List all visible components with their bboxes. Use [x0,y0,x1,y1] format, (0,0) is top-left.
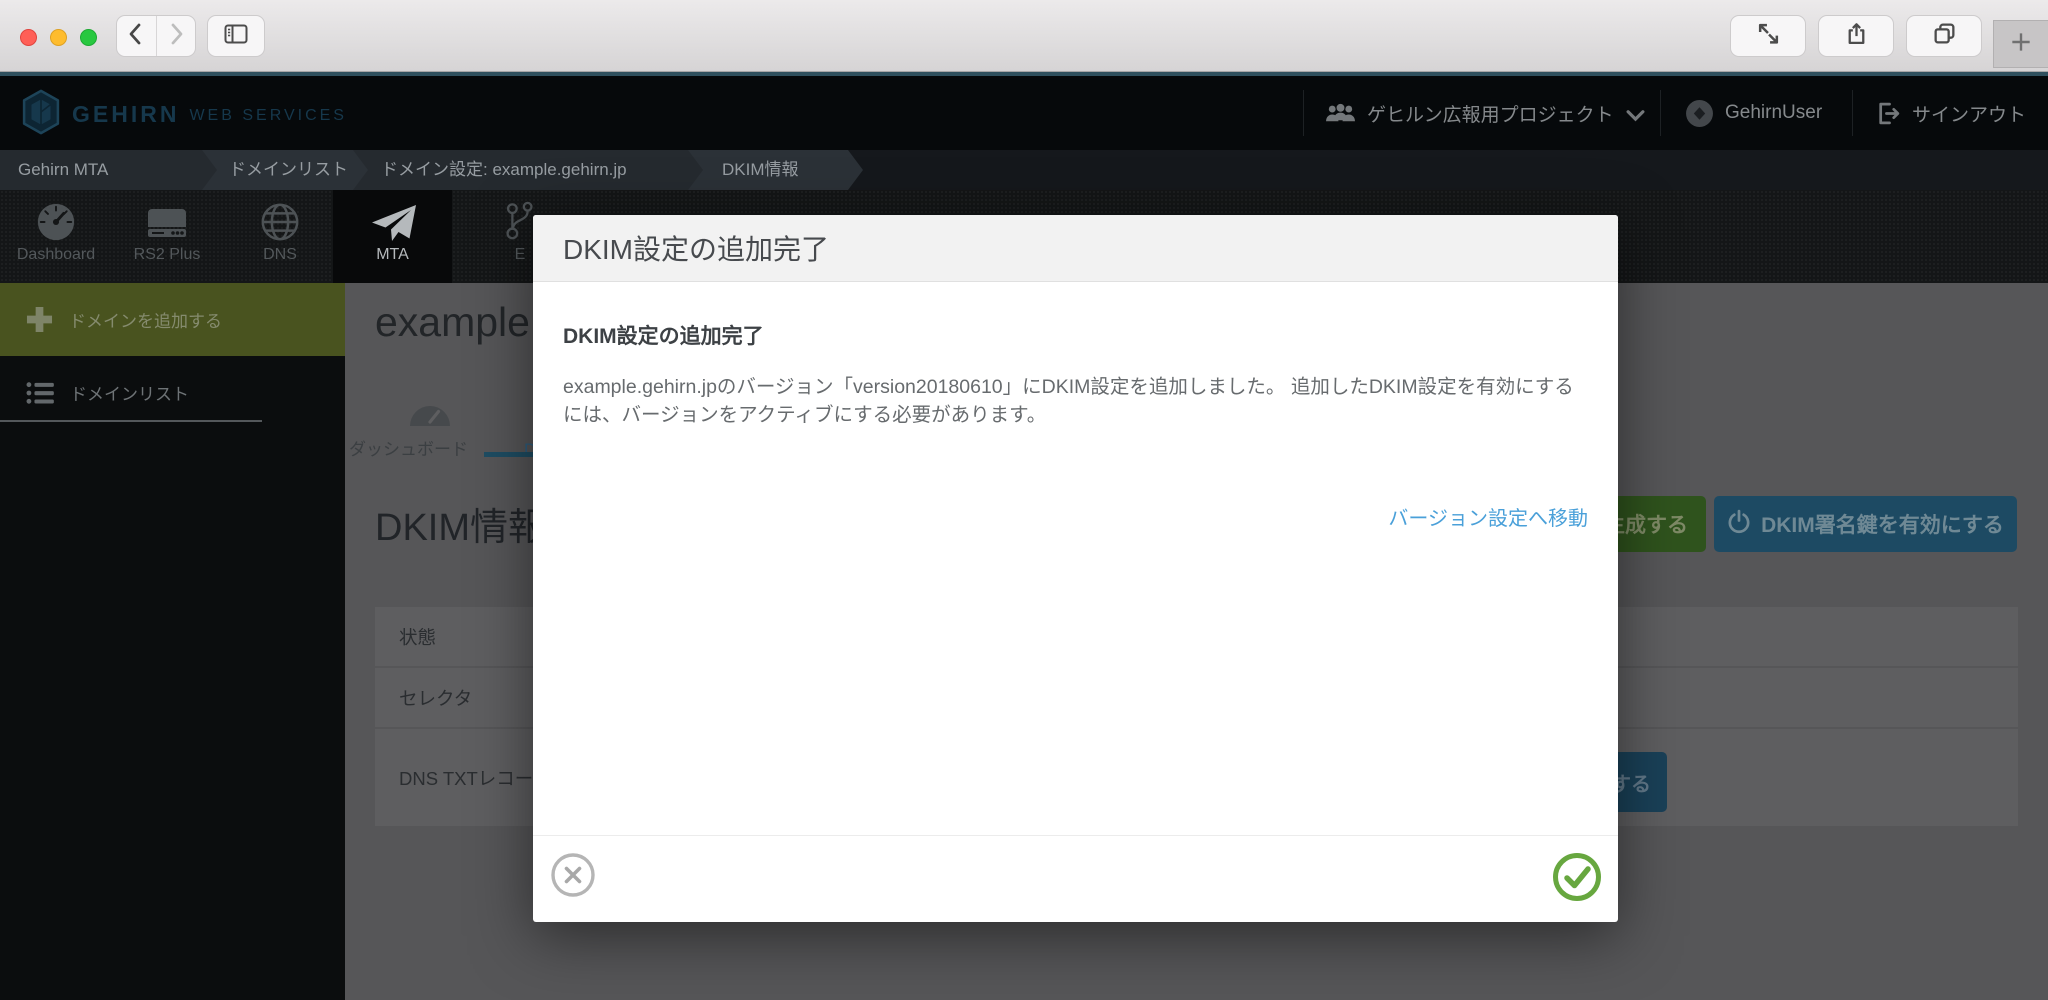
server-icon [144,201,190,243]
nav-item-mta[interactable]: MTA [333,190,452,283]
nav-item-rs2-plus[interactable]: RS2 Plus [117,190,217,283]
app-window: GEHIRN WEB SERVICES ゲヒルン広報用プロジェクト Gehirn… [0,0,2048,1000]
chevron-down-icon [1626,110,1645,122]
breadcrumb-label: Gehirn MTA [18,160,109,179]
breadcrumb-item-domain-settings[interactable]: ドメイン設定: example.gehirn.jp [353,150,703,190]
section-title: DKIM情報 [375,507,547,549]
go-to-version-settings-link[interactable]: バージョン設定へ移動 [1388,502,1588,531]
sidebar-item-label: ドメインリスト [70,385,189,404]
window-minimize-button[interactable] [50,29,67,46]
modal-footer [533,835,1618,922]
fullscreen-button[interactable] [1730,15,1806,57]
row-label: 状態 [399,626,437,648]
enable-dkim-button[interactable]: DKIM署名鍵を有効にする [1714,496,2017,552]
sidebar-item-domain-list[interactable]: ドメインリスト [0,356,345,429]
dkim-complete-modal: DKIM設定の追加完了 DKIM設定の追加完了 example.gehirn.j… [533,215,1618,922]
signout-icon [1876,101,1901,126]
header-separator [1852,90,1853,136]
avatar-icon [1685,99,1714,128]
sidebar-item-label: ドメインを追加する [69,312,222,331]
modal-body: DKIM設定の追加完了 example.gehirn.jpのバージョン「vers… [533,320,1618,429]
people-icon [1325,102,1356,124]
back-button[interactable] [117,16,156,56]
header-separator [1660,90,1661,136]
share-icon [1844,21,1869,51]
forward-chevron-icon [164,21,188,52]
sidebar-toggle-icon [223,22,249,51]
row-label: セレクタ [399,687,473,709]
window-close-button[interactable] [20,29,37,46]
breadcrumb: Gehirn MTA ドメインリスト ドメイン設定: example.gehir… [0,150,2048,190]
breadcrumb-label: ドメインリスト [229,160,348,179]
back-chevron-icon [124,21,148,52]
forward-button[interactable] [155,16,196,56]
project-name: ゲヒルン広報用プロジェクト [1367,104,1614,126]
nav-item-dns[interactable]: DNS [230,190,330,283]
sidebar-toggle-button[interactable] [207,15,265,57]
signout-button[interactable]: サインアウト [1876,76,2026,150]
history-nav-group [116,15,196,57]
plus-icon [26,306,53,333]
gehirn-logo[interactable]: GEHIRN WEB SERVICES [22,88,347,141]
breadcrumb-item-dkim-info[interactable]: DKIM情報 [688,150,863,190]
dismiss-button[interactable] [550,852,596,898]
speedometer-icon [35,201,77,243]
paper-plane-icon [369,201,417,243]
user-menu[interactable]: GehirnUser [1685,76,1822,150]
site-header: GEHIRN WEB SERVICES ゲヒルン広報用プロジェクト Gehirn… [0,76,2048,150]
power-icon [1727,509,1751,540]
gauge-icon [407,393,453,434]
check-circle-icon [1553,853,1601,901]
list-icon [26,381,54,405]
enable-dkim-label: DKIM署名鍵を有効にする [1761,514,2004,537]
nav-label: RS2 Plus [133,246,201,263]
breadcrumb-label: DKIM情報 [722,160,799,179]
nav-label: MTA [376,246,409,263]
project-selector[interactable]: ゲヒルン広報用プロジェクト [1325,76,1645,150]
tab-overview-button[interactable] [1906,15,1982,57]
globe-icon [259,201,301,243]
modal-header: DKIM設定の追加完了 [533,215,1618,282]
new-tab-button[interactable] [1993,20,2048,68]
nav-label: DNS [263,246,297,263]
sidebar-divider [0,420,262,422]
modal-message: example.gehirn.jpのバージョン「version20180610」… [563,376,1574,426]
nav-label: Dashboard [16,246,96,263]
user-name: GehirnUser [1725,102,1823,123]
tab-dashboard[interactable]: ダッシュボード [349,435,468,460]
logo-text: GEHIRN [72,101,180,127]
logo-tagline: WEB SERVICES [189,107,347,124]
modal-title: DKIM設定の追加完了 [563,234,830,265]
breadcrumb-label: ドメイン設定: example.gehirn.jp [381,160,627,179]
browser-toolbar [0,0,2048,72]
breadcrumb-item-domain-list[interactable]: ドメインリスト [202,150,368,190]
sidebar-item-add-domain[interactable]: ドメインを追加する [0,283,345,356]
header-separator [1303,90,1304,136]
share-button[interactable] [1818,15,1894,57]
new-tab-plus-icon [2008,29,2034,60]
signout-label: サインアウト [1912,104,2027,126]
modal-heading: DKIM設定の追加完了 [563,325,764,348]
x-circle-icon [551,853,595,897]
window-zoom-button[interactable] [80,29,97,46]
nav-label: E [514,246,526,263]
confirm-button[interactable] [1551,851,1603,903]
nav-item-dashboard[interactable]: Dashboard [4,190,108,283]
tab-overview-icon [1932,21,1957,51]
sidebar: ドメインを追加する ドメインリスト [0,283,345,1000]
fullscreen-icon [1756,21,1781,51]
row-label: DNS TXTレコード [399,767,552,789]
gehirn-hexagon-logo [22,88,60,141]
breadcrumb-item-gehirn-mta[interactable]: Gehirn MTA [0,150,217,190]
